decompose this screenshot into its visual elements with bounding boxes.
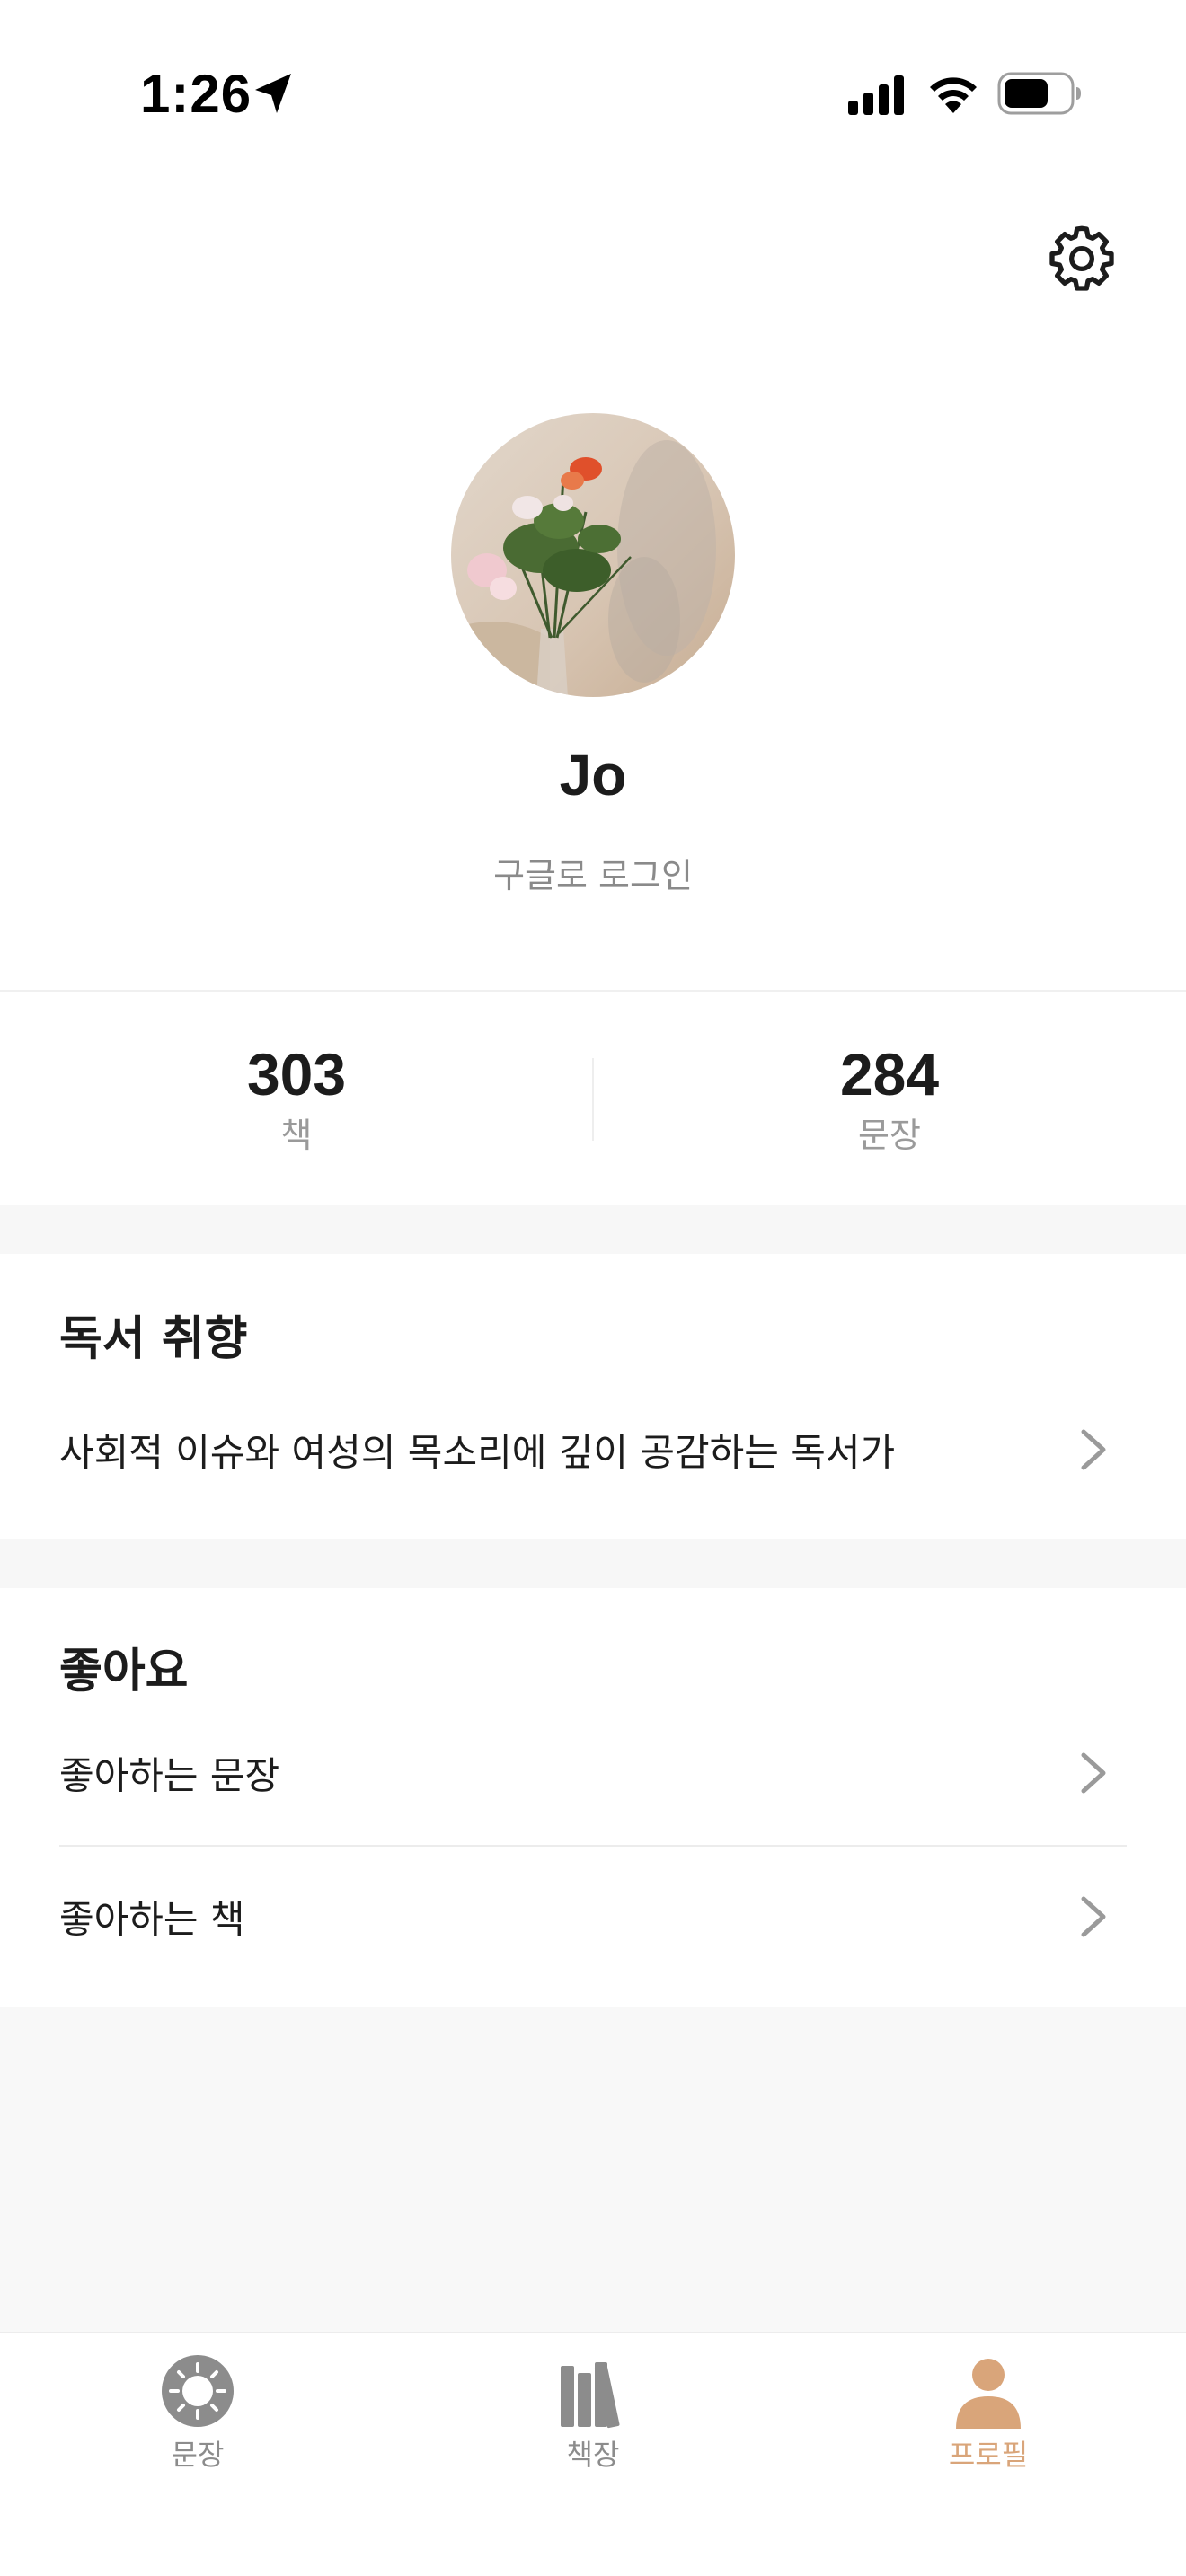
tab-bookshelf-label: 책장 xyxy=(566,2438,620,2472)
liked-sentences-label: 좋아하는 문장 xyxy=(59,1753,280,1798)
stat-sentences-label: 문장 xyxy=(858,1116,921,1155)
reading-taste-title: 독서 취향 xyxy=(59,1312,248,1366)
wifi-icon xyxy=(930,77,977,113)
tab-bookshelf[interactable]: 책장 xyxy=(503,2344,683,2479)
sentence-icon xyxy=(162,2355,234,2427)
status-bar: 1:26 xyxy=(0,0,1186,189)
bookshelf-icon xyxy=(561,2362,620,2429)
liked-books-label: 좋아하는 책 xyxy=(59,1897,245,1942)
bottom-tab-bar: 문장 책장 프로필 xyxy=(0,2332,1186,2576)
chevron-right-icon xyxy=(1081,1429,1106,1470)
stat-sentences[interactable]: 284 문장 xyxy=(593,1038,1186,1159)
battery-icon xyxy=(997,72,1081,115)
likes-title: 좋아요 xyxy=(59,1645,189,1698)
tab-sentences[interactable]: 문장 xyxy=(108,2344,288,2479)
section-separator xyxy=(0,1539,1186,1588)
stat-books-label: 책 xyxy=(280,1116,313,1155)
reading-taste-description: 사회적 이슈와 여성의 목소리에 깊이 공감하는 독서가 xyxy=(59,1430,896,1475)
status-time: 1:26 xyxy=(140,64,252,124)
section-separator xyxy=(0,1205,1186,1254)
reading-taste-row[interactable]: 사회적 이슈와 여성의 목소리에 깊이 공감하는 독서가 xyxy=(0,1396,1186,1504)
profile-screen: 1:26 Jo 구글로 로그인 303 책 284 문장 독서 취향 사회적 이… xyxy=(0,0,1186,2576)
stat-books-count: 303 xyxy=(246,1041,347,1107)
profile-icon xyxy=(956,2359,1021,2429)
liked-books-row[interactable]: 좋아하는 책 xyxy=(0,1863,1186,1971)
profile-divider xyxy=(0,990,1186,992)
avatar-flowers-image xyxy=(451,413,735,697)
cellular-signal-icon xyxy=(848,75,904,115)
chevron-right-icon xyxy=(1081,1752,1106,1794)
tab-profile-label: 프로필 xyxy=(948,2438,1029,2472)
login-method-label: 구글로 로그인 xyxy=(493,856,693,895)
likes-row-divider xyxy=(59,1845,1127,1847)
stat-books[interactable]: 303 책 xyxy=(0,1038,593,1159)
location-arrow-icon xyxy=(255,74,291,113)
profile-name: Jo xyxy=(559,743,627,807)
chevron-right-icon xyxy=(1081,1896,1106,1937)
tab-profile[interactable]: 프로필 xyxy=(898,2344,1078,2479)
liked-sentences-row[interactable]: 좋아하는 문장 xyxy=(0,1719,1186,1827)
tab-sentences-label: 문장 xyxy=(171,2438,225,2472)
stat-sentences-count: 284 xyxy=(839,1041,940,1107)
settings-gear-icon[interactable] xyxy=(1046,223,1118,295)
profile-avatar[interactable] xyxy=(451,413,735,697)
empty-background-area xyxy=(0,2007,1186,2332)
